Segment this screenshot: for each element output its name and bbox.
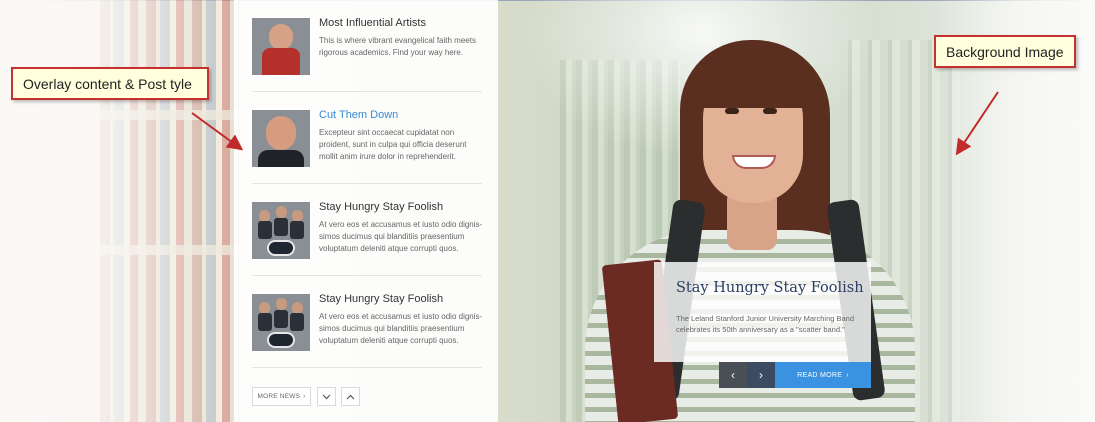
more-news-label: MORE NEWS bbox=[257, 393, 301, 400]
drum bbox=[267, 332, 295, 348]
featured-title[interactable]: Stay Hungry Stay Foolish bbox=[676, 280, 864, 296]
read-more-label: READ MORE bbox=[797, 371, 843, 379]
excerpt-line: At vero eos et accusamus et iusto odio d… bbox=[319, 220, 483, 229]
artist-photo-icon[interactable] bbox=[252, 18, 310, 75]
excerpt-line: proident, sunt in culpa qui officia dese… bbox=[319, 140, 467, 149]
artist-body bbox=[262, 48, 300, 75]
drum bbox=[267, 240, 295, 256]
chevron-right-icon: › bbox=[846, 371, 849, 379]
excerpt-line: voluptatum deleniti atque corrupti quos. bbox=[319, 336, 459, 345]
man-portrait-photo-icon[interactable] bbox=[252, 110, 310, 167]
scroll-down-button[interactable] bbox=[317, 387, 336, 406]
post-item[interactable]: Stay Hungry Stay Foolish At vero eos et … bbox=[252, 184, 482, 276]
group-body bbox=[274, 218, 288, 236]
callout-overlay-content: Overlay content & Post tyle bbox=[11, 67, 209, 100]
artist-face bbox=[269, 24, 293, 50]
excerpt-line: mollit anim irure dolor in reprehenderit… bbox=[319, 152, 456, 161]
group-body bbox=[258, 221, 272, 239]
post-title[interactable]: Most Influential Artists bbox=[319, 17, 426, 29]
post-excerpt: Excepteur sint occaecat cupidatat non pr… bbox=[319, 127, 489, 163]
man-body bbox=[258, 150, 304, 167]
group-head bbox=[276, 206, 287, 218]
chevron-left-icon: ‹ bbox=[731, 368, 735, 382]
group-body bbox=[290, 313, 304, 331]
chevron-up-icon bbox=[346, 394, 355, 399]
posts-panel: Most Influential Artists This is where v… bbox=[234, 0, 498, 422]
excerpt-line: rigorous academics. Find your way here. bbox=[319, 48, 464, 57]
post-title[interactable]: Stay Hungry Stay Foolish bbox=[319, 201, 443, 213]
callout-background-image: Background Image bbox=[934, 35, 1076, 68]
student-eye bbox=[725, 108, 739, 114]
post-item[interactable]: Stay Hungry Stay Foolish At vero eos et … bbox=[252, 276, 482, 368]
excerpt-line: Excepteur sint occaecat cupidatat non bbox=[319, 128, 455, 137]
chevron-right-icon: › bbox=[303, 393, 306, 400]
excerpt-line: simos ducimus qui blanditiis praesentium bbox=[319, 324, 465, 333]
featured-excerpt: The Leland Stanford Junior University Ma… bbox=[676, 314, 855, 334]
post-excerpt: At vero eos et accusamus et iusto odio d… bbox=[319, 219, 489, 255]
chevron-down-icon bbox=[322, 394, 331, 399]
post-excerpt: At vero eos et accusamus et iusto odio d… bbox=[319, 311, 489, 347]
chevron-right-icon: › bbox=[759, 368, 763, 382]
post-title[interactable]: Stay Hungry Stay Foolish bbox=[319, 293, 443, 305]
group-body bbox=[274, 310, 288, 328]
group-head bbox=[276, 298, 287, 310]
background-image bbox=[0, 0, 1095, 422]
post-title-link[interactable]: Cut Them Down bbox=[319, 109, 398, 121]
fade-left bbox=[0, 0, 240, 422]
next-slide-button[interactable]: › bbox=[747, 362, 775, 388]
band-group-photo-icon[interactable] bbox=[252, 202, 310, 259]
group-body bbox=[290, 221, 304, 239]
excerpt-line: This is where vibrant evangelical faith … bbox=[319, 36, 476, 45]
post-item[interactable]: Most Influential Artists This is where v… bbox=[252, 0, 482, 92]
more-news-button[interactable]: MORE NEWS › bbox=[252, 387, 311, 406]
excerpt-line: simos ducimus qui blanditiis praesentium bbox=[319, 232, 465, 241]
student-eye bbox=[763, 108, 777, 114]
scroll-up-button[interactable] bbox=[341, 387, 360, 406]
featured-controls: ‹ › READ MORE › bbox=[719, 362, 871, 388]
excerpt-line: At vero eos et accusamus et iusto odio d… bbox=[319, 312, 483, 321]
post-item[interactable]: Cut Them Down Excepteur sint occaecat cu… bbox=[252, 92, 482, 184]
man-face bbox=[266, 116, 296, 150]
prev-slide-button[interactable]: ‹ bbox=[719, 362, 747, 388]
band-group-photo-icon[interactable] bbox=[252, 294, 310, 351]
post-excerpt: This is where vibrant evangelical faith … bbox=[319, 35, 489, 59]
read-more-button[interactable]: READ MORE › bbox=[775, 362, 871, 388]
group-body bbox=[258, 313, 272, 331]
excerpt-line: voluptatum deleniti atque corrupti quos. bbox=[319, 244, 459, 253]
featured-post-card: Stay Hungry Stay Foolish The Leland Stan… bbox=[654, 262, 871, 362]
